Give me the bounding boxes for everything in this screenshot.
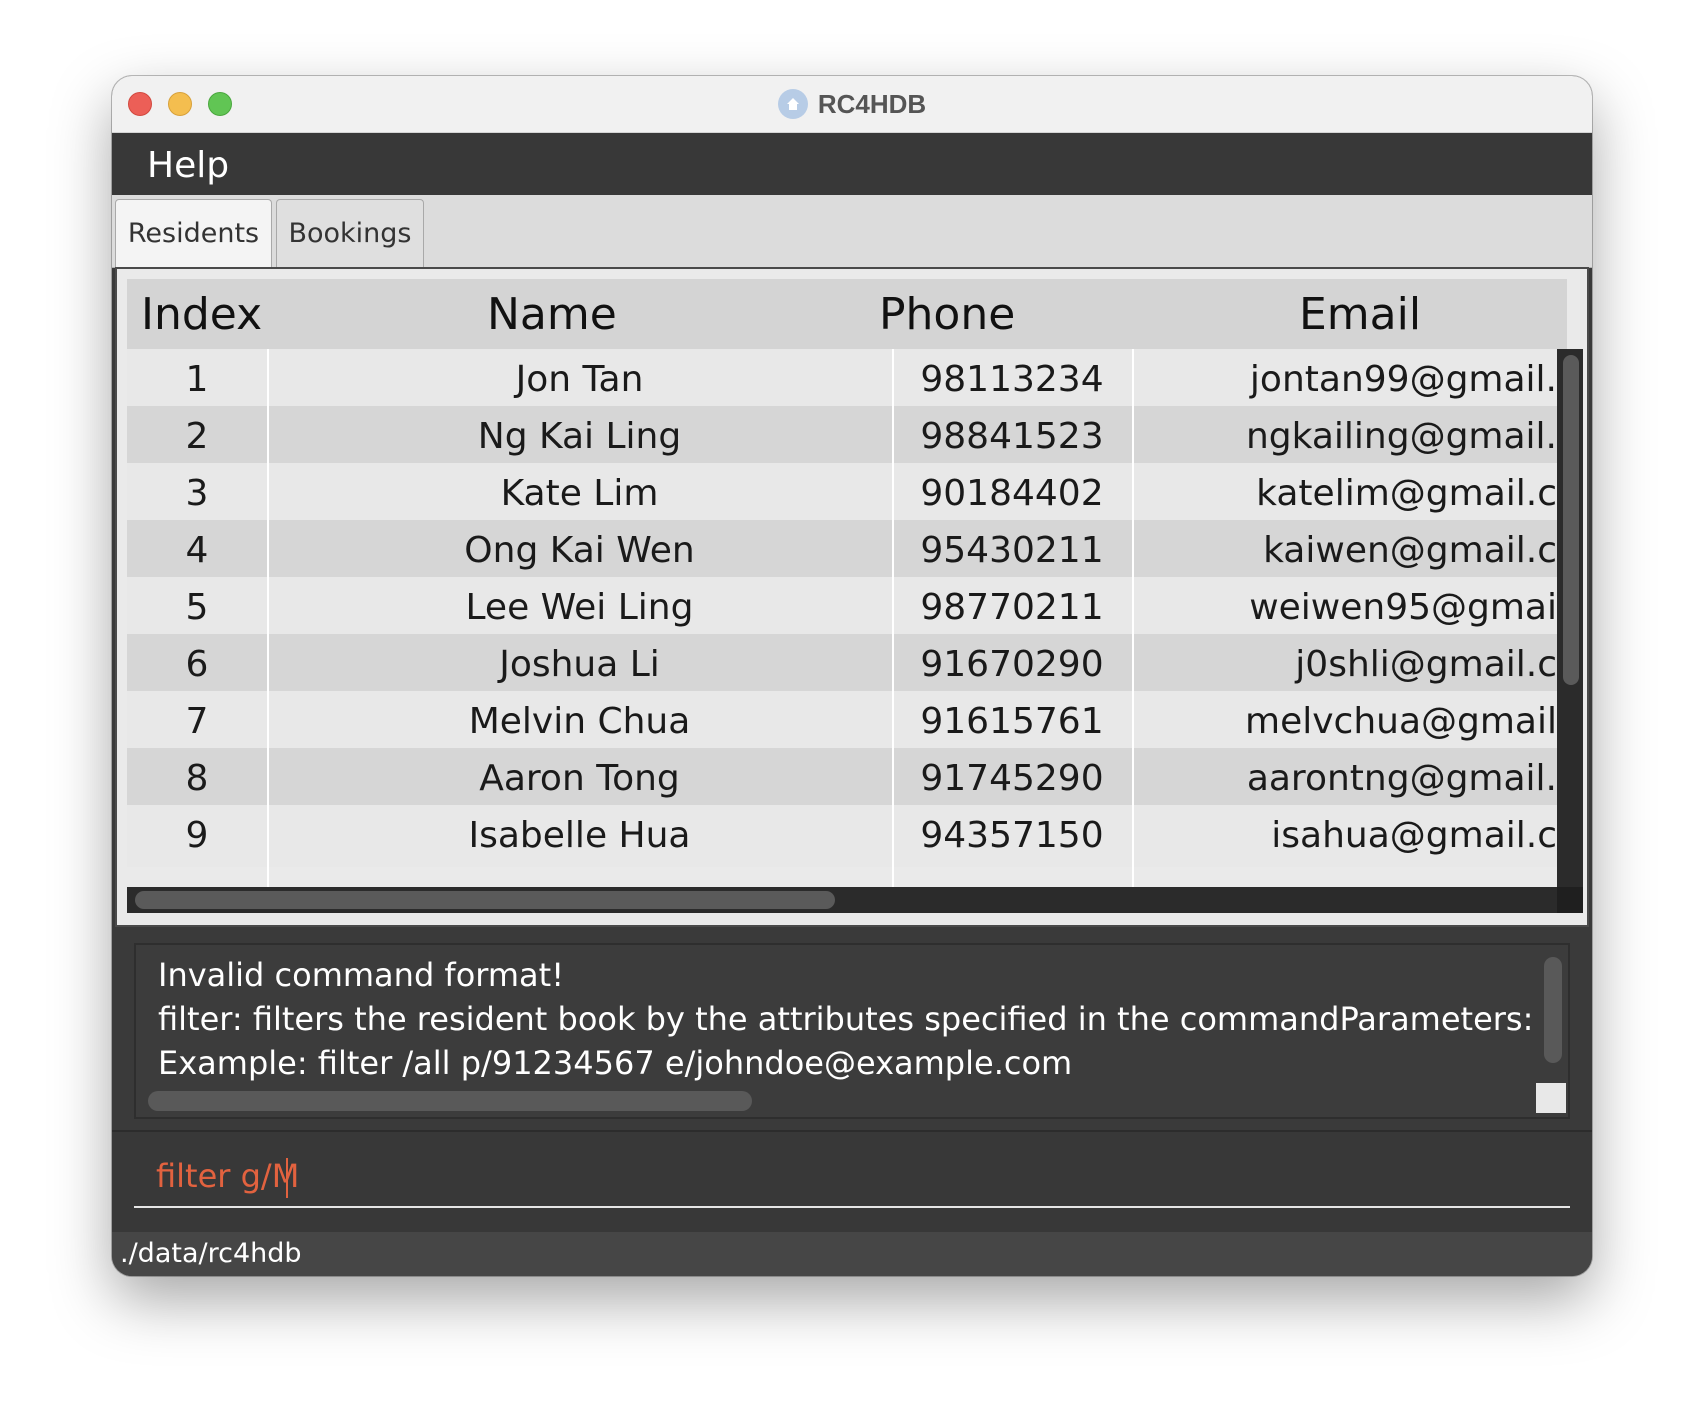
cell-email: weiwen95@gmai	[1249, 587, 1557, 628]
cell-index: 4	[185, 530, 209, 571]
command-input[interactable]	[134, 1146, 1570, 1208]
cell-phone: 90184402	[920, 473, 1104, 514]
cell-phone: 98770211	[920, 587, 1104, 628]
result-text: Invalid command format! filter: filters …	[158, 953, 1538, 1085]
table-row[interactable]: 8 Aaron Tong 91745290 aarontng@gmail.	[127, 748, 1557, 810]
cell-email: aarontng@gmail.	[1246, 758, 1557, 799]
table-row[interactable]: 6 Joshua Li 91670290 j0shli@gmail.c	[127, 634, 1557, 696]
table-horizontal-scrollbar[interactable]	[127, 887, 1557, 913]
cell-email: ngkailing@gmail.	[1245, 416, 1557, 457]
tab-bookings[interactable]: Bookings	[276, 199, 424, 267]
residents-table: Index Name Phone Email 1 Jon Tan 9811323…	[115, 267, 1589, 927]
table-row[interactable]: 4 Ong Kai Wen 95430211 kaiwen@gmail.c	[127, 520, 1557, 582]
text-caret	[286, 1158, 288, 1198]
table-row[interactable]: 7 Melvin Chua 91615761 melvchua@gmail	[127, 691, 1557, 753]
table-header: Index Name Phone Email	[127, 279, 1567, 359]
cell-email: katelim@gmail.c	[1256, 473, 1557, 514]
result-line: filter: filters the resident book by the…	[158, 1000, 1538, 1038]
app-window: RC4HDB Help Residents Bookings Index Nam…	[112, 76, 1592, 1276]
cell-index: 3	[185, 473, 209, 514]
cell-phone: 91615761	[920, 701, 1104, 742]
cell-phone: 98841523	[920, 416, 1104, 457]
command-box	[112, 1130, 1592, 1232]
tab-residents[interactable]: Residents	[115, 199, 272, 267]
result-line: Invalid command format!	[158, 956, 565, 994]
table-row[interactable]: 9 Isabelle Hua 94357150 isahua@gmail.c	[127, 805, 1557, 867]
cell-index: 7	[185, 701, 209, 742]
table-row[interactable]: 2 Ng Kai Ling 98841523 ngkailing@gmail.	[127, 406, 1557, 468]
title-bar[interactable]: RC4HDB	[112, 76, 1592, 133]
table-row[interactable]: 5 Lee Wei Ling 98770211 weiwen95@gmai	[127, 577, 1557, 639]
cell-phone: 98113234	[920, 359, 1104, 400]
cell-name: Ng Kai Ling	[477, 416, 682, 457]
cell-email: kaiwen@gmail.c	[1263, 530, 1557, 571]
table-body: 1 Jon Tan 98113234 jontan99@gmail. 2 Ng …	[127, 349, 1557, 887]
table-row[interactable]: 1 Jon Tan 98113234 jontan99@gmail.	[127, 349, 1557, 411]
cell-index: 8	[185, 758, 209, 799]
result-horizontal-scrollbar[interactable]	[148, 1091, 752, 1111]
title-area: RC4HDB	[112, 76, 1592, 132]
status-bar: ./data/rc4hdb	[112, 1232, 1592, 1276]
cell-name: Lee Wei Ling	[465, 587, 694, 628]
cell-name: Isabelle Hua	[468, 815, 691, 856]
column-header-phone[interactable]: Phone	[879, 289, 1015, 340]
column-header-index[interactable]: Index	[141, 289, 262, 340]
menu-bar: Help	[112, 133, 1592, 195]
column-divider	[267, 349, 269, 887]
cell-phone: 91745290	[920, 758, 1104, 799]
table-horizontal-scroll-thumb[interactable]	[135, 891, 835, 909]
cell-name: Joshua Li	[499, 644, 660, 685]
cell-name: Melvin Chua	[468, 701, 691, 742]
cell-index: 1	[185, 359, 209, 400]
column-divider	[892, 349, 894, 887]
cell-email: j0shli@gmail.c	[1295, 644, 1557, 685]
result-vertical-scrollbar[interactable]	[1544, 957, 1562, 1063]
cell-name: Kate Lim	[500, 473, 659, 514]
cell-email: jontan99@gmail.	[1249, 359, 1557, 400]
scrollbar-corner	[1557, 887, 1583, 913]
table-row[interactable]: 3 Kate Lim 90184402 katelim@gmail.c	[127, 463, 1557, 525]
cell-phone: 94357150	[920, 815, 1104, 856]
cell-phone: 91670290	[920, 644, 1104, 685]
tab-bar: Residents Bookings	[112, 195, 1592, 268]
house-icon	[777, 89, 808, 119]
menu-help[interactable]: Help	[147, 145, 229, 186]
result-scroll-corner	[1536, 1083, 1566, 1113]
data-file-path: ./data/rc4hdb	[120, 1238, 302, 1269]
column-header-email[interactable]: Email	[1299, 289, 1421, 340]
cell-name: Aaron Tong	[479, 758, 680, 799]
cell-email: isahua@gmail.c	[1271, 815, 1557, 856]
result-display: Invalid command format! filter: filters …	[134, 943, 1570, 1119]
table-vertical-scrollbar[interactable]	[1557, 349, 1583, 889]
column-header-name[interactable]: Name	[487, 289, 617, 340]
table-vertical-scroll-thumb[interactable]	[1563, 355, 1579, 685]
column-divider	[1132, 349, 1134, 887]
cell-index: 6	[185, 644, 209, 685]
cell-email: melvchua@gmail	[1245, 701, 1557, 742]
cell-index: 2	[185, 416, 209, 457]
cell-index: 5	[185, 587, 209, 628]
cell-name: Jon Tan	[515, 359, 644, 400]
cell-index: 9	[185, 815, 209, 856]
window-title: RC4HDB	[817, 88, 927, 119]
cell-phone: 95430211	[920, 530, 1104, 571]
result-line: Example: filter /all p/91234567 e/johndo…	[158, 1044, 1073, 1082]
cell-name: Ong Kai Wen	[464, 530, 695, 571]
